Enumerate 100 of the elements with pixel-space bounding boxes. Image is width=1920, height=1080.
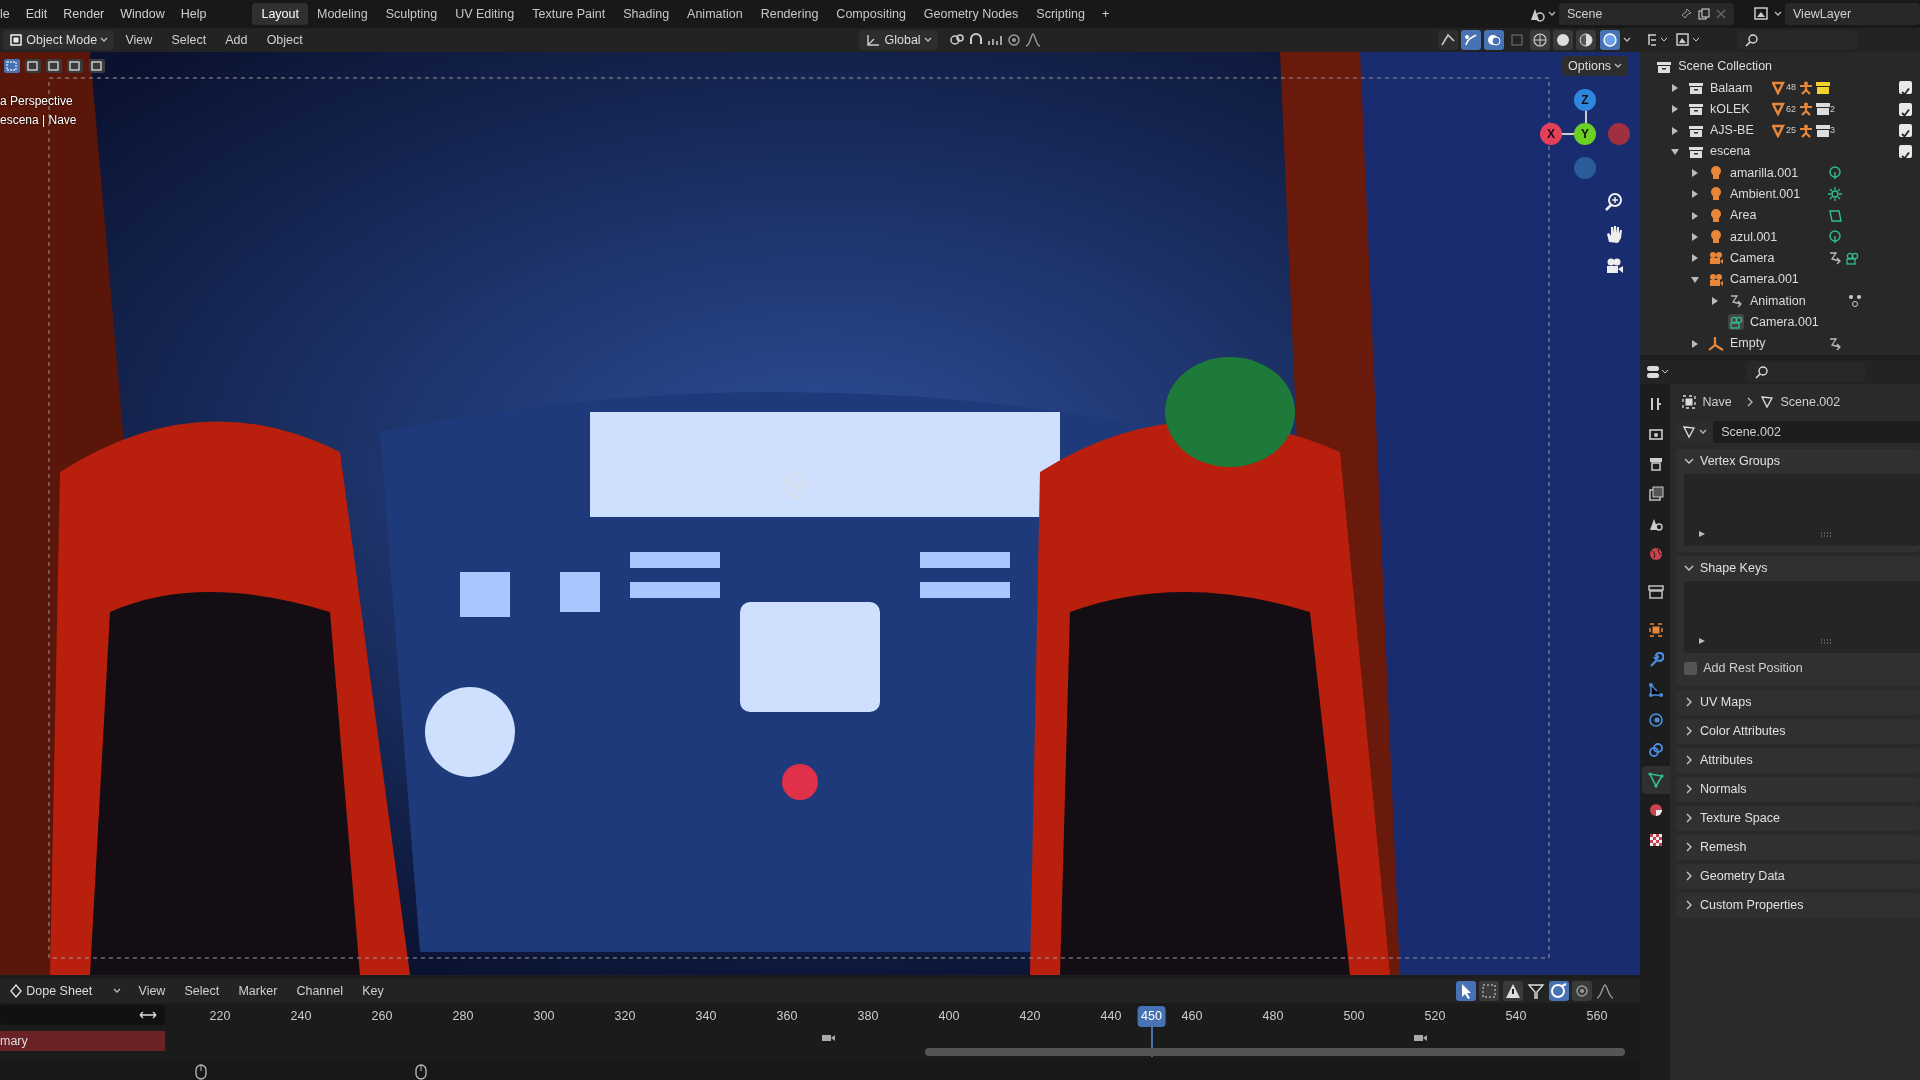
menu-item[interactable]: View [117,26,161,54]
overlay-toggle-icon[interactable] [1483,30,1504,50]
object-name[interactable]: azul.001 [1730,227,1828,247]
collection-name[interactable]: Scene Collection [1678,57,1773,76]
copy-icon[interactable] [1697,8,1710,20]
visibility-checkbox[interactable] [1899,124,1912,138]
object-name[interactable]: Camera [1730,248,1828,268]
workspace-tab[interactable]: Sculpting [376,3,447,25]
resize-grip-icon[interactable] [1820,531,1832,538]
rendered-shading-icon[interactable] [1599,30,1620,50]
object-name[interactable]: Area [1730,206,1828,226]
select-cursor-icon[interactable] [1456,981,1477,1001]
workspace-tab[interactable]: Modeling [308,3,377,25]
panel-header[interactable]: Color Attributes [1676,718,1920,744]
close-icon[interactable] [1716,9,1726,19]
visibility-checkbox[interactable] [1899,102,1912,116]
collection-name[interactable]: escena [1710,142,1772,162]
object-name[interactable]: Empty [1730,334,1828,353]
filter-dropdown-icon[interactable] [1674,32,1701,48]
resize-grip-icon[interactable] [1820,638,1832,645]
panel-header[interactable]: UV Maps [1676,689,1920,715]
current-frame-indicator[interactable]: 450 [1137,1006,1166,1027]
swap-arrows-icon[interactable] [139,1009,157,1021]
properties-tab[interactable] [1642,766,1670,795]
workspace-tab[interactable]: Geometry Nodes [914,3,1028,25]
editor-type-dropdown[interactable]: Dope Sheet [3,981,128,1001]
panel-header[interactable]: Remesh [1676,834,1920,860]
scene-field[interactable]: Scene [1559,3,1734,25]
workspace-tab[interactable]: Layout [252,3,308,25]
object-name[interactable]: Animation [1750,291,1848,311]
panel-header[interactable]: Geometry Data [1676,863,1920,889]
material-shading-icon[interactable] [1576,30,1597,50]
pivot-icon[interactable] [948,32,965,48]
falloff-curve-icon[interactable] [1025,32,1042,48]
proportional-edit-icon[interactable] [1006,32,1023,48]
menu-item[interactable]: Window [112,0,173,28]
panel-header[interactable]: Attributes [1676,747,1920,773]
collection-name[interactable]: AJS-BE [1710,121,1772,140]
image-stack-icon[interactable] [1752,6,1771,22]
select-box-icon[interactable] [3,58,21,74]
panel-header[interactable]: Normals [1676,776,1920,802]
proportional-edit-icon[interactable] [1571,981,1592,1001]
menu-item[interactable]: Channel [288,977,351,1005]
panel-header[interactable]: Vertex Groups [1676,448,1920,474]
add-workspace-button[interactable]: + [1093,0,1118,28]
menu-item[interactable]: Add [217,26,256,54]
view-layer-field[interactable]: ViewLayer [1785,3,1920,25]
workspace-tab[interactable]: UV Editing [446,3,524,25]
filter-icon[interactable] [1525,981,1546,1001]
camera-icon[interactable] [1604,256,1624,276]
panel-header[interactable]: Custom Properties [1676,892,1920,918]
object-name[interactable]: Camera.001 [1730,270,1828,289]
channel-search-field[interactable] [0,1005,165,1025]
select-subtract-icon[interactable] [66,58,85,74]
visibility-icon[interactable] [1437,30,1458,50]
visibility-checkbox[interactable] [1899,145,1912,159]
orientation-dropdown[interactable]: Global [859,30,938,50]
workspace-tab[interactable]: Compositing [827,3,915,25]
menu-item[interactable]: Marker [230,977,286,1005]
menu-item[interactable]: Help [172,0,215,28]
collection-name[interactable]: Balaam [1710,78,1772,98]
menu-item[interactable]: Edit [17,0,56,28]
box-select-icon[interactable] [1479,981,1500,1001]
menu-item[interactable]: Object [258,26,311,54]
pin-icon[interactable] [1679,8,1692,20]
outliner-search-field[interactable] [1736,30,1857,50]
menu-item[interactable]: View [130,977,174,1005]
menu-item[interactable]: Key [354,977,392,1005]
properties-search-field[interactable] [1746,362,1865,382]
hand-icon[interactable] [1604,224,1624,244]
wireframe-shading-icon[interactable] [1530,30,1551,50]
panel-header[interactable]: Shape Keys [1676,555,1920,581]
workspace-tab[interactable]: Shading [614,3,679,25]
auto-snap-icon[interactable] [1548,981,1569,1001]
workspace-tab[interactable]: Animation [678,3,752,25]
collection-name[interactable]: kOLEK [1710,99,1772,119]
file-menu[interactable]: le [0,0,18,28]
workspace-tab[interactable]: Texture Paint [523,3,615,25]
visibility-checkbox[interactable] [1899,81,1912,95]
expand-triangle-icon[interactable] [1698,636,1706,645]
workspace-tab[interactable]: Rendering [751,3,828,25]
menu-item[interactable]: Select [163,26,215,54]
panel-header[interactable]: Texture Space [1676,805,1920,831]
object-name[interactable]: Ambient.001 [1730,185,1828,204]
display-mode-icon[interactable] [1646,32,1669,48]
mesh-name-field[interactable]: Scene.002 [1713,420,1920,443]
warning-icon[interactable] [1502,981,1523,1001]
expand-triangle-icon[interactable] [1698,529,1706,538]
select-extend-icon[interactable] [45,58,64,74]
object-name[interactable]: Camera.001 [1750,312,1848,332]
select-new-icon[interactable] [24,58,43,74]
mode-dropdown[interactable]: Object Mode [3,30,115,50]
workspace-tab[interactable]: Scripting [1027,3,1094,25]
object-name[interactable]: amarilla.001 [1730,163,1828,183]
gizmo-toggle-icon[interactable] [1460,30,1481,50]
solid-shading-icon[interactable] [1553,30,1574,50]
options-dropdown[interactable]: Options [1562,56,1629,76]
zoom-icon[interactable] [1604,192,1624,212]
checkbox[interactable] [1684,661,1697,675]
menu-item[interactable]: Select [176,977,228,1005]
